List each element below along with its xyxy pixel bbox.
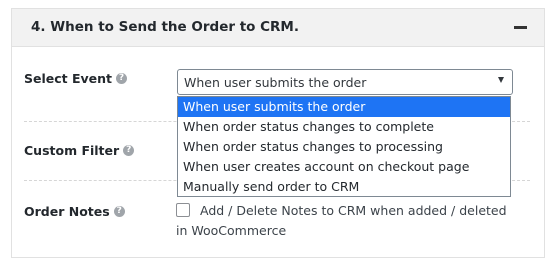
select-event-label-text: Select Event	[24, 71, 113, 86]
order-notes-checkbox-label[interactable]: Add / Delete Notes to CRM when added / d…	[176, 201, 521, 241]
select-event-label: Select Event ?	[24, 71, 128, 86]
order-notes-label-text: Order Notes	[24, 204, 110, 219]
custom-filter-label: Custom Filter ?	[24, 143, 135, 158]
dropdown-option[interactable]: When order status changes to complete	[178, 117, 510, 137]
custom-filter-label-text: Custom Filter	[24, 143, 120, 158]
select-event-dropdown[interactable]: When user submits the order	[177, 69, 513, 95]
help-icon[interactable]: ?	[116, 73, 128, 84]
select-event-options-list: When user submits the order When order s…	[177, 96, 511, 197]
dropdown-option[interactable]: When user submits the order	[178, 97, 510, 117]
panel-title: 4. When to Send the Order to CRM.	[31, 19, 299, 35]
help-icon[interactable]: ?	[113, 206, 125, 217]
order-notes-label: Order Notes ?	[24, 204, 125, 219]
select-event-value: When user submits the order	[184, 75, 367, 90]
dropdown-option[interactable]: When order status changes to processing	[178, 137, 510, 157]
triangle-down-icon	[498, 77, 504, 83]
dropdown-option[interactable]: Manually send order to CRM	[178, 177, 510, 197]
minus-icon[interactable]	[514, 26, 527, 29]
dropdown-option[interactable]: When user creates account on checkout pa…	[178, 157, 510, 177]
panel-header[interactable]: 4. When to Send the Order to CRM.	[12, 9, 544, 47]
help-icon[interactable]: ?	[123, 145, 135, 156]
